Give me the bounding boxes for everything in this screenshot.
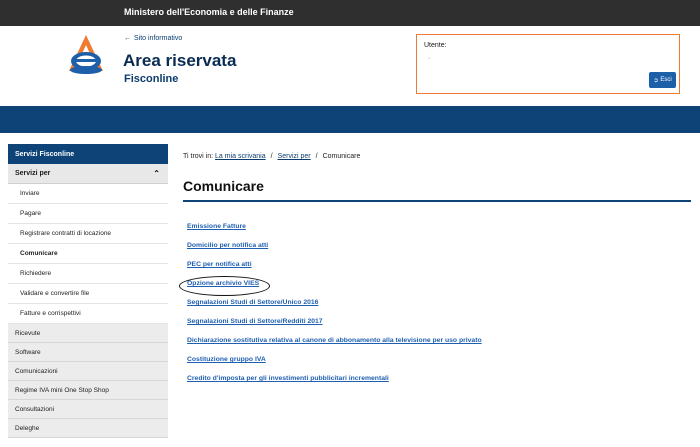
- breadcrumb-link-servizi-per[interactable]: Servizi per: [278, 153, 311, 160]
- app-subtitle: Fisconline: [124, 73, 179, 85]
- link-credito-imposta-pubblicita[interactable]: Credito d'imposta per gli investimenti p…: [187, 375, 482, 394]
- service-links: Emissione Fatture Domicilio per notifica…: [187, 223, 482, 394]
- logout-button[interactable]: ➲ Esci: [649, 72, 676, 88]
- link-domicilio-notifica[interactable]: Domicilio per notifica atti: [187, 242, 482, 261]
- sidebar-item-consultazioni[interactable]: Consultazioni: [8, 400, 168, 419]
- breadcrumb-separator: /: [315, 153, 318, 160]
- link-emissione-fatture[interactable]: Emissione Fatture: [187, 223, 482, 242]
- breadcrumb: Ti trovi in: La mia scrivania / Servizi pe…: [183, 153, 360, 160]
- sidebar-item-comunicare[interactable]: Comunicare: [8, 244, 168, 264]
- sidebar-item-deleghe[interactable]: Deleghe: [8, 419, 168, 438]
- sito-informativo-link[interactable]: ← Sito informativo: [124, 35, 182, 42]
- chevron-up-icon: ⌃: [153, 169, 160, 178]
- title-divider: [183, 200, 691, 202]
- sidebar-group-servizi-per[interactable]: Servizi per ⌃: [8, 164, 168, 184]
- agenzia-entrate-logo[interactable]: [66, 33, 106, 77]
- link-segnalazioni-redditi-2017[interactable]: Segnalazioni Studi di Settore/Redditi 20…: [187, 318, 482, 337]
- sidebar-item-software[interactable]: Software: [8, 343, 168, 362]
- header: ← Sito informativo Area riservata Fisconl…: [0, 26, 700, 106]
- breadcrumb-link-scrivania[interactable]: La mia scrivania: [215, 153, 266, 160]
- user-value: ·: [428, 55, 431, 62]
- link-costituzione-gruppo-iva[interactable]: Costituzione gruppo IVA: [187, 356, 482, 375]
- sidebar-item-ricevute[interactable]: Ricevute: [8, 324, 168, 343]
- sidebar-item-comunicazioni[interactable]: Comunicazioni: [8, 362, 168, 381]
- ministry-name: Ministero dell'Economia e delle Finanze: [124, 7, 294, 17]
- sidebar-item-fatture[interactable]: Fatture e corrispettivi: [8, 304, 168, 324]
- sidebar-header: Servizi Fisconline: [8, 144, 168, 164]
- sidebar-item-validare[interactable]: Validare e convertire file: [8, 284, 168, 304]
- link-dichiarazione-canone-tv[interactable]: Dichiarazione sostitutiva relativa al ca…: [187, 337, 482, 356]
- link-segnalazioni-unico-2016[interactable]: Segnalazioni Studi di Settore/Unico 2016: [187, 299, 482, 318]
- nav-band: [0, 106, 700, 133]
- sidebar-item-richiedere[interactable]: Richiedere: [8, 264, 168, 284]
- user-box: Utente: · ➲ Esci: [416, 34, 680, 94]
- logout-icon: ➲: [653, 77, 659, 84]
- sidebar-group-label: Servizi per: [15, 170, 51, 177]
- sidebar-item-inviare[interactable]: Inviare: [8, 184, 168, 204]
- page-title: Comunicare: [183, 178, 264, 194]
- sidebar-item-registrare-contratti[interactable]: Registrare contratti di locazione: [8, 224, 168, 244]
- sidebar-item-regime-iva[interactable]: Regime IVA mini One Stop Shop: [8, 381, 168, 400]
- breadcrumb-prefix: Ti trovi in:: [183, 153, 214, 160]
- breadcrumb-current: Comunicare: [322, 153, 361, 160]
- app-title: Area riservata: [123, 51, 237, 70]
- breadcrumb-separator: /: [270, 153, 273, 160]
- top-bar: Ministero dell'Economia e delle Finanze: [0, 0, 700, 26]
- back-link-label: Sito informativo: [134, 35, 183, 42]
- user-label: Utente:: [424, 42, 447, 49]
- logout-label: Esci: [660, 77, 672, 83]
- arrow-left-icon: ←: [124, 35, 131, 42]
- annotation-circle: [179, 276, 270, 296]
- sidebar-item-pagare[interactable]: Pagare: [8, 204, 168, 224]
- sidebar: Servizi Fisconline Servizi per ⌃ Inviare…: [8, 144, 168, 447]
